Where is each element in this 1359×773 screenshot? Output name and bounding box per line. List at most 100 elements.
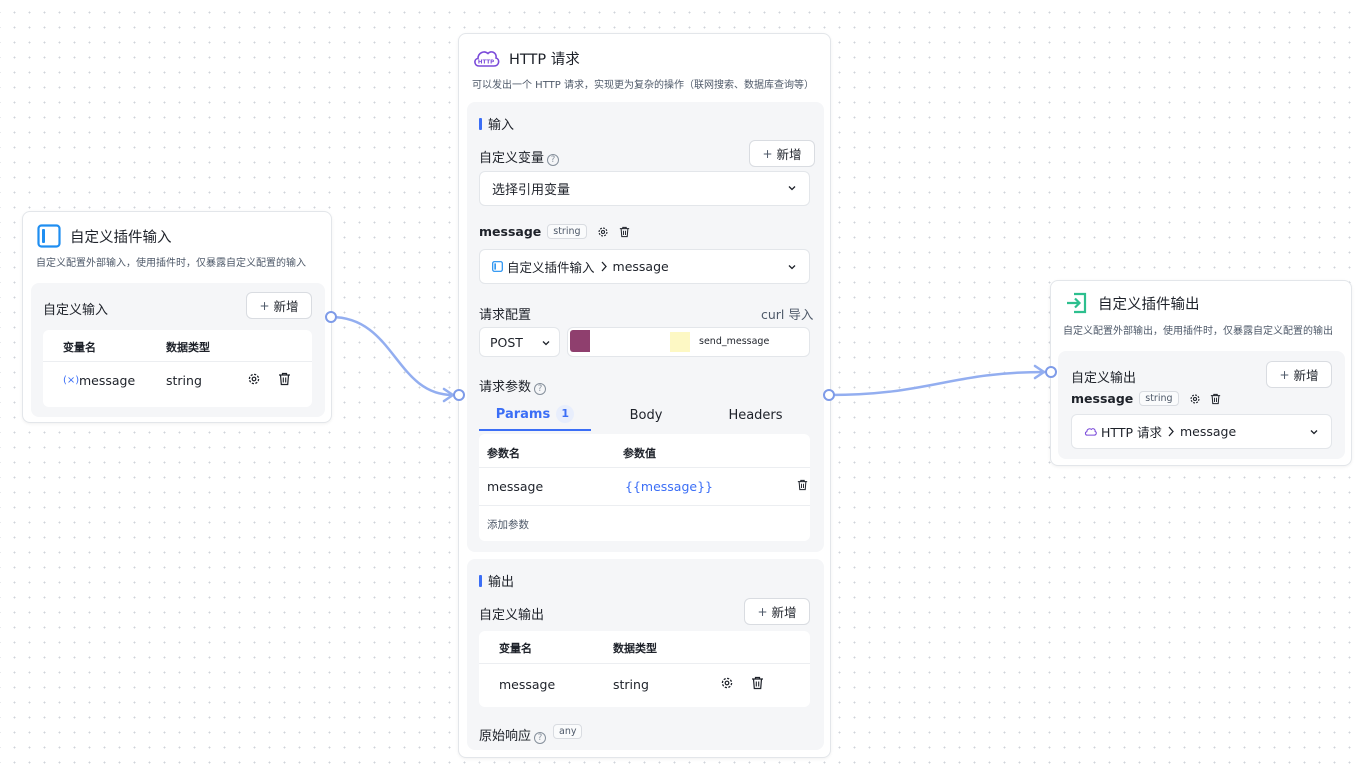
params-table: 参数名 参数值 message {{message}} 添加参数: [479, 434, 810, 541]
chevron-down-icon: [1309, 425, 1319, 440]
tab-body[interactable]: Body: [591, 399, 701, 431]
help-icon: ?: [534, 732, 547, 744]
curl-import-link[interactable]: curl 导入: [761, 304, 813, 323]
output-var-header: message string: [1071, 391, 1221, 406]
table-divider: [479, 663, 810, 664]
plugin-output-icon: [1065, 291, 1089, 315]
chevron-right-icon: [600, 261, 608, 272]
redacted-block: [570, 330, 590, 352]
node-description: 自定义配置外部输入，使用插件时，仅暴露自定义配置的输入: [36, 258, 306, 269]
http-node-output-port[interactable]: [823, 389, 835, 401]
col-var-name: 变量名: [499, 642, 532, 655]
input-var-type: string: [166, 373, 202, 388]
var-type-tag: string: [1139, 391, 1179, 406]
delete-icon[interactable]: [278, 372, 291, 390]
custom-input-panel: 自定义输入 + 新增 变量名 数据类型 (×) message string: [31, 283, 325, 417]
raw-response-label: 原始响应?: [479, 725, 547, 744]
chevron-down-icon: [787, 260, 797, 275]
plugin-output-node[interactable]: 自定义插件输出 自定义配置外部输出，使用插件时，仅暴露自定义配置的输出 自定义输…: [1050, 280, 1352, 466]
delete-icon[interactable]: [797, 479, 808, 495]
plus-icon: +: [1279, 367, 1290, 382]
http-cloud-icon: [1084, 426, 1097, 437]
source-node-name: 自定义插件输入: [507, 260, 595, 275]
col-data-type: 数据类型: [613, 642, 657, 655]
tab-params[interactable]: Params 1: [479, 399, 591, 431]
http-request-node[interactable]: HTTP HTTP 请求 可以发出一个 HTTP 请求，实现更为复杂的操作（联网…: [458, 33, 831, 758]
settings-icon[interactable]: [247, 372, 261, 390]
settings-icon[interactable]: [597, 226, 609, 238]
plugin-input-node[interactable]: 自定义插件输入 自定义配置外部输入，使用插件时，仅暴露自定义配置的输入 自定义输…: [22, 211, 332, 423]
var-name-label: message: [1071, 391, 1134, 406]
input-node-icon: [492, 261, 503, 272]
plus-icon: +: [259, 298, 270, 313]
node-title: HTTP 请求: [509, 51, 580, 68]
tab-headers[interactable]: Headers: [701, 399, 810, 431]
tab-params-label: Params: [495, 406, 551, 422]
select-placeholder: 选择引用变量: [492, 183, 571, 198]
request-params-label: 请求参数?: [479, 376, 547, 395]
http-node-input-port[interactable]: [453, 389, 465, 401]
source-field-name: message: [612, 259, 669, 274]
add-input-button[interactable]: + 新增: [246, 292, 312, 319]
custom-output-label: 自定义输出: [479, 608, 545, 623]
table-divider: [479, 467, 810, 468]
request-config-label: 请求配置: [479, 308, 532, 323]
var-type-tag: string: [547, 224, 587, 239]
delete-icon[interactable]: [1210, 393, 1221, 405]
custom-input-label: 自定义输入: [43, 303, 109, 318]
help-icon: ?: [547, 154, 560, 166]
help-icon: ?: [534, 383, 547, 395]
settings-icon[interactable]: [1189, 393, 1201, 405]
input-section-title: 输入: [479, 114, 514, 133]
add-var-button[interactable]: + 新增: [749, 140, 815, 167]
redacted-block: [670, 332, 690, 352]
add-output-button[interactable]: + 新增: [1266, 361, 1332, 388]
url-suffix: send_message: [699, 336, 770, 347]
add-input-button-label: 新增: [273, 299, 299, 314]
variable-icon: (×): [63, 375, 80, 386]
http-cloud-icon: HTTP: [472, 46, 500, 70]
param-name[interactable]: message: [487, 479, 543, 494]
delete-icon[interactable]: [619, 226, 630, 238]
param-value[interactable]: {{message}}: [625, 479, 713, 494]
raw-response-type-tag: any: [553, 724, 583, 739]
tab-params-badge: 1: [556, 405, 575, 423]
custom-output-panel: 自定义输出 + 新增 message string HTTP 请求 messag…: [1058, 351, 1345, 459]
message-var-header: message string: [479, 224, 630, 239]
http-output-panel: 输出 自定义输出 + 新增 变量名 数据类型 message string 原始…: [467, 559, 824, 750]
chevron-right-icon: [1167, 426, 1175, 437]
add-param-link[interactable]: 添加参数: [487, 517, 529, 532]
output-section-title: 输出: [479, 571, 514, 590]
chevron-down-icon: [787, 182, 797, 197]
col-data-type: 数据类型: [166, 341, 210, 354]
input-node-output-port[interactable]: [325, 311, 337, 323]
output-vars-table: 变量名 数据类型 message string: [479, 631, 810, 707]
output-var-name: message: [499, 677, 556, 692]
add-output-button-label: 新增: [1293, 368, 1319, 383]
custom-var-label: 自定义变量?: [479, 147, 560, 166]
method-select[interactable]: POST: [479, 327, 560, 357]
settings-icon[interactable]: [720, 676, 734, 694]
tab-headers-label: Headers: [728, 407, 783, 423]
output-node-input-port[interactable]: [1045, 366, 1057, 378]
url-input[interactable]: send_message: [567, 327, 810, 357]
node-title: 自定义插件输入: [70, 229, 172, 246]
output-var-type: string: [613, 677, 649, 692]
params-tabs: Params 1 Body Headers: [479, 399, 810, 431]
custom-output-label: 自定义输出: [1071, 371, 1137, 386]
input-var-name: message: [79, 373, 136, 388]
plugin-input-icon: [37, 224, 61, 248]
message-source-select[interactable]: 自定义插件输入 message: [479, 249, 810, 284]
col-param-value: 参数值: [623, 447, 656, 460]
reference-var-select[interactable]: 选择引用变量: [479, 171, 810, 206]
edge-http-to-output: [828, 370, 1046, 397]
node-description: 自定义配置外部输出，使用插件时，仅暴露自定义配置的输出: [1063, 326, 1333, 337]
node-title: 自定义插件输出: [1098, 296, 1200, 313]
delete-icon[interactable]: [751, 676, 764, 694]
add-output-button[interactable]: + 新增: [744, 598, 810, 625]
col-var-name: 变量名: [63, 341, 96, 354]
output-source-select[interactable]: HTTP 请求 message: [1071, 414, 1332, 449]
edge-input-to-http: [330, 315, 454, 397]
input-vars-table: 变量名 数据类型 (×) message string: [43, 330, 312, 407]
source-node-name: HTTP 请求: [1101, 425, 1162, 440]
